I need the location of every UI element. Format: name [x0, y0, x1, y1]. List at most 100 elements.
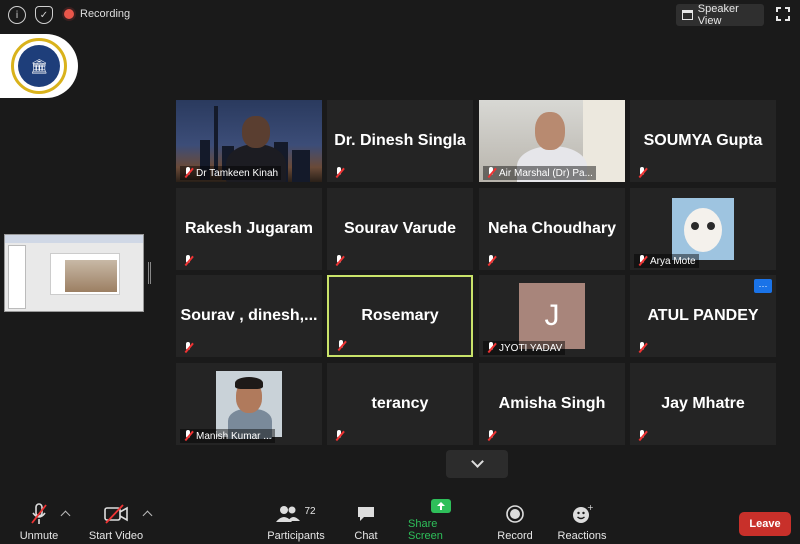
logo-seal: 🏛 — [11, 38, 67, 94]
camera-off-icon — [103, 501, 129, 527]
participant-tile[interactable]: Jay Mhatre — [630, 363, 776, 445]
recording-indicator[interactable]: Recording — [64, 8, 130, 20]
start-video-label: Start Video — [88, 530, 144, 542]
participant-tile[interactable]: Arya Mote — [630, 188, 776, 270]
participant-name-text: Arya Mote — [650, 255, 696, 267]
participant-tile[interactable]: Rosemary — [327, 275, 473, 357]
participant-tile[interactable]: Dr Tamkeen Kinah — [176, 100, 322, 182]
participant-name: SOUMYA Gupta — [643, 132, 763, 149]
participant-tile[interactable]: Rakesh Jugaram — [176, 188, 322, 270]
participant-status — [483, 254, 499, 268]
mic-muted-icon — [336, 340, 346, 352]
participant-name-text: Dr Tamkeen Kinah — [196, 167, 279, 179]
chevron-down-icon — [470, 455, 484, 468]
participant-status — [331, 429, 347, 443]
panel-resize-handle[interactable] — [148, 262, 151, 284]
show-more-button[interactable] — [446, 450, 508, 478]
participant-status — [331, 254, 347, 268]
participant-name: Dr. Dinesh Singla — [334, 132, 466, 149]
reactions-label: Reactions — [557, 530, 607, 542]
participant-status — [331, 166, 347, 180]
participant-name-label: Manish Kumar ... — [180, 429, 275, 443]
participant-tile[interactable]: Dr. Dinesh Singla — [327, 100, 473, 182]
participant-name: Jay Mhatre — [661, 395, 745, 412]
organization-logo: 🏛 — [0, 34, 78, 98]
mic-muted-icon — [183, 167, 193, 179]
chat-bubble-icon — [356, 501, 376, 527]
participant-tile[interactable]: Sourav Varude — [327, 188, 473, 270]
microphone-muted-icon — [29, 501, 49, 527]
info-icon[interactable]: i — [8, 6, 26, 24]
participant-tile[interactable]: J JYOTI YADAV — [479, 275, 625, 357]
unmute-label: Unmute — [19, 530, 59, 542]
mic-muted-icon — [486, 342, 496, 354]
top-bar: i ✓ Recording Speaker View — [0, 0, 800, 30]
participant-status — [483, 429, 499, 443]
unmute-button[interactable]: Unmute — [14, 496, 64, 544]
participant-name: Neha Choudhary — [487, 220, 616, 237]
participant-name: Sourav Varude — [343, 220, 457, 237]
participant-name: Rosemary — [361, 307, 439, 324]
profile-picture — [672, 198, 734, 260]
mic-muted-icon — [334, 430, 344, 442]
speaker-view-label: Speaker View — [697, 3, 739, 27]
participant-tile[interactable]: Amisha Singh — [479, 363, 625, 445]
reactions-button[interactable]: + Reactions — [556, 496, 608, 544]
share-screen-button[interactable]: Share Screen — [408, 496, 474, 544]
record-button[interactable]: Record — [494, 496, 536, 544]
participant-name: Rakesh Jugaram — [184, 220, 314, 237]
slide-preview — [50, 253, 120, 295]
participants-label: Participants — [267, 530, 325, 542]
fullscreen-icon[interactable] — [776, 7, 790, 21]
participants-icon — [276, 506, 301, 522]
participant-tile[interactable]: Neha Choudhary — [479, 188, 625, 270]
mic-muted-icon — [637, 430, 647, 442]
participant-status — [634, 166, 650, 180]
mic-muted-icon — [486, 430, 496, 442]
security-shield-icon[interactable]: ✓ — [35, 6, 53, 24]
participant-tile[interactable]: Sourav , dinesh,... — [176, 275, 322, 357]
participant-name-label: Air Marshal (Dr) Pa... — [483, 166, 596, 180]
chat-button[interactable]: Chat — [346, 496, 386, 544]
participant-name-text: Manish Kumar ... — [196, 430, 272, 442]
record-label: Record — [497, 530, 533, 542]
speaker-view-button[interactable]: Speaker View — [676, 3, 764, 27]
mic-muted-icon — [334, 255, 344, 267]
participant-status — [180, 341, 196, 355]
mic-muted-icon — [183, 342, 193, 354]
profile-picture — [216, 371, 282, 439]
participant-status — [180, 254, 196, 268]
participant-tile[interactable]: Manish Kumar ... — [176, 363, 322, 445]
start-video-button[interactable]: Start Video — [86, 496, 146, 544]
leave-button[interactable]: Leave — [739, 512, 791, 536]
view-grid-icon — [682, 10, 693, 20]
participant-tile[interactable]: Air Marshal (Dr) Pa... — [479, 100, 625, 182]
record-icon — [505, 501, 525, 527]
building-icon: 🏛 — [18, 45, 60, 87]
recording-dot-icon — [64, 9, 74, 19]
mic-muted-icon — [486, 255, 496, 267]
participant-name: terancy — [371, 395, 429, 412]
mic-muted-icon — [637, 167, 647, 179]
participant-tile[interactable]: SOUMYA Gupta — [630, 100, 776, 182]
participant-tile[interactable]: terancy — [327, 363, 473, 445]
meeting-toolbar: Unmute Start Video 72 Participants Chat … — [0, 496, 800, 544]
participant-status — [333, 339, 349, 353]
mic-muted-icon — [486, 167, 496, 179]
participant-name-text: JYOTI YADAV — [499, 342, 563, 354]
participants-count: 72 — [304, 505, 316, 517]
mic-muted-icon — [183, 430, 193, 442]
participant-status — [634, 341, 650, 355]
mic-muted-icon — [334, 167, 344, 179]
share-screen-icon — [430, 496, 452, 515]
participants-button[interactable]: 72 Participants — [266, 496, 326, 544]
participant-name-label: Dr Tamkeen Kinah — [180, 166, 282, 180]
chat-label: Chat — [354, 530, 378, 542]
participant-tile[interactable]: ATUL PANDEY ··· — [630, 275, 776, 357]
participant-name-text: Air Marshal (Dr) Pa... — [499, 167, 593, 179]
shared-screen-thumbnail[interactable] — [4, 234, 144, 312]
more-options-button[interactable]: ··· — [754, 279, 772, 293]
letter-avatar: J — [519, 283, 585, 349]
participant-name-label: Arya Mote — [634, 254, 699, 268]
mic-muted-icon — [183, 255, 193, 267]
